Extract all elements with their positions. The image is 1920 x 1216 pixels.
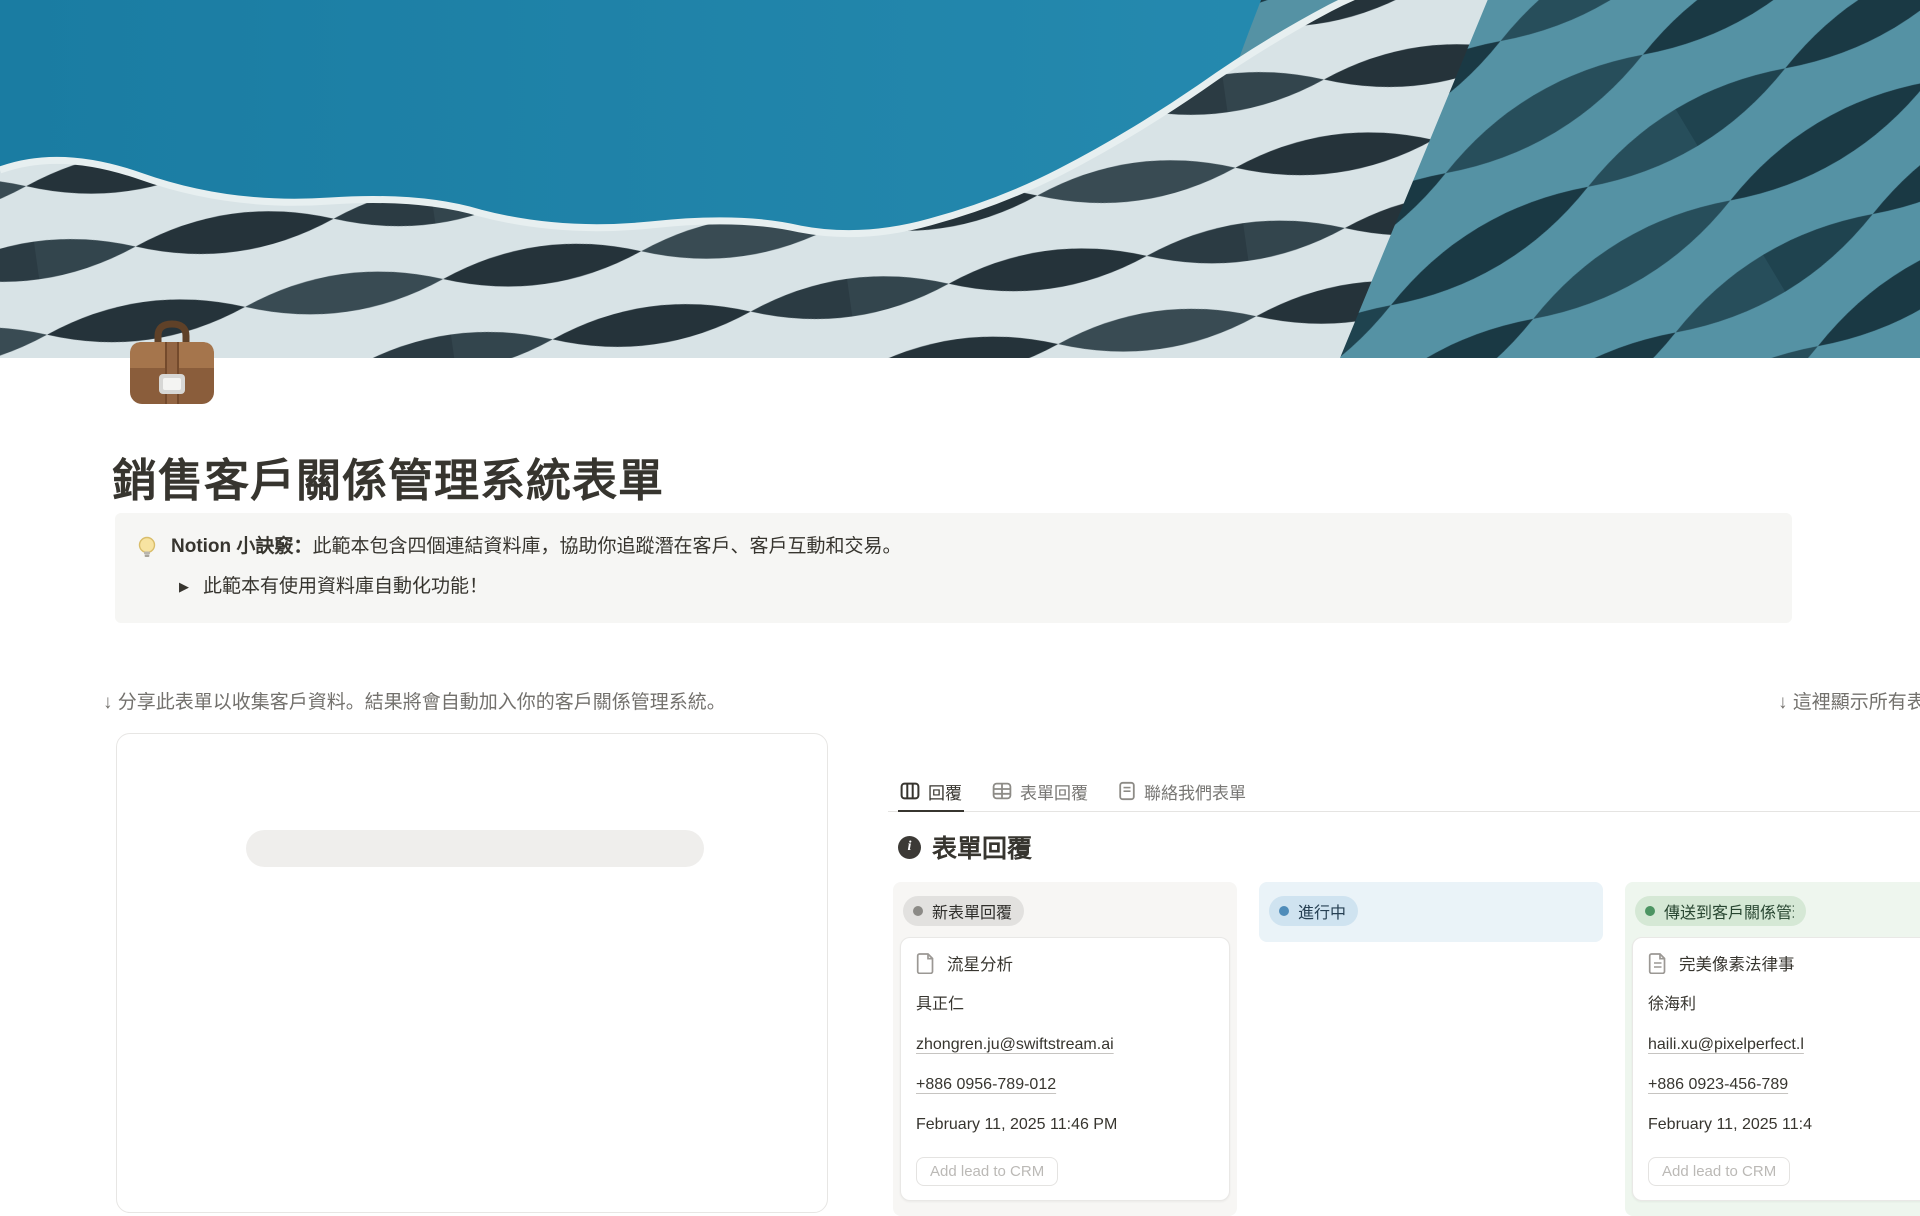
add-lead-to-crm-button[interactable]: Add lead to CRM: [1648, 1157, 1790, 1186]
form-loading-skeleton: [246, 830, 704, 867]
kanban-card[interactable]: 流星分析 具正仁 zhongren.ju@swiftstream.ai +886…: [900, 937, 1230, 1201]
callout-text: Notion 小訣竅：此範本包含四個連結資料庫，協助你追蹤潛在客戶、客戶互動和交…: [171, 534, 901, 560]
view-tabs: 回覆 表單回覆 聯絡我們表單: [888, 772, 1920, 812]
card-title: 流星分析: [947, 951, 1013, 975]
status-label: 傳送到客戶關係管理: [1664, 899, 1794, 923]
section-title: 表單回覆: [932, 829, 1032, 865]
embedded-form-panel[interactable]: [116, 733, 828, 1213]
status-label: 新表單回覆: [932, 899, 1012, 923]
callout-bold: Notion 小訣竅：: [171, 536, 312, 557]
kanban-column-new: 新表單回覆 流星分析 具正仁 zhongren.ju@swiftstream.a…: [893, 882, 1237, 1216]
toggle-triangle-icon[interactable]: ▶: [177, 574, 191, 600]
board-view-icon: [900, 781, 920, 801]
tab-responses-board[interactable]: 回覆: [898, 772, 964, 812]
tab-label: 表單回覆: [1020, 779, 1088, 804]
document-icon: [916, 952, 936, 974]
kanban-column-in-progress: 進行中: [1259, 882, 1603, 942]
card-title: 完美像素法律事: [1679, 951, 1795, 975]
info-icon: i: [898, 836, 921, 859]
status-dot-icon: [1645, 906, 1655, 916]
tab-label: 回覆: [928, 779, 962, 804]
card-date: February 11, 2025 11:4: [1648, 1115, 1920, 1135]
form-share-hint: ↓ 分享此表單以收集客戶資料。結果將會自動加入你的客戶關係管理系統。: [103, 684, 843, 722]
tab-label: 聯絡我們表單: [1144, 779, 1246, 804]
card-email-link[interactable]: haili.xu@pixelperfect.l: [1648, 1035, 1920, 1055]
kanban-card[interactable]: 完美像素法律事 徐海利 haili.xu@pixelperfect.l +886…: [1632, 937, 1920, 1201]
lightbulb-icon: [135, 535, 159, 559]
status-badge-in-progress[interactable]: 進行中: [1269, 896, 1358, 926]
card-contact-name: 徐海利: [1648, 995, 1920, 1015]
card-phone-link[interactable]: +886 0956-789-012: [916, 1075, 1214, 1095]
card-contact-name: 具正仁: [916, 995, 1214, 1015]
section-heading: i 表單回覆: [898, 829, 1032, 865]
form-page-icon: [1118, 781, 1136, 801]
card-date: February 11, 2025 11:46 PM: [916, 1115, 1214, 1135]
kanban-column-sent-to-crm: 傳送到客戶關係管理 完美像素法律事 徐海利 haili.xu@pixelperf…: [1625, 882, 1920, 1216]
card-email-link[interactable]: zhongren.ju@swiftstream.ai: [916, 1035, 1214, 1055]
status-badge-sent-to-crm[interactable]: 傳送到客戶關係管理: [1635, 896, 1806, 926]
document-icon: [1648, 952, 1668, 974]
status-badge-new[interactable]: 新表單回覆: [903, 896, 1024, 926]
add-lead-to-crm-button[interactable]: Add lead to CRM: [916, 1157, 1058, 1186]
submissions-pane: ↓ 這裡顯示所有表單提交。你可以將合格的潛在客戶傳送至客戶關係管理系統，或將其移…: [888, 0, 1920, 1199]
page-icon-briefcase[interactable]: [118, 312, 226, 416]
kanban-board: 新表單回覆 流星分析 具正仁 zhongren.ju@swiftstream.a…: [893, 882, 1920, 1216]
status-dot-icon: [1279, 906, 1289, 916]
card-phone-link[interactable]: +886 0923-456-789: [1648, 1075, 1920, 1095]
toggle-label: 此範本有使用資料庫自動化功能！: [203, 574, 488, 600]
table-view-icon: [992, 781, 1012, 801]
tab-contact-us-form[interactable]: 聯絡我們表單: [1116, 772, 1248, 812]
status-dot-icon: [913, 906, 923, 916]
callout-body: 此範本包含四個連結資料庫，協助你追蹤潛在客戶、客戶互動和交易。: [312, 536, 901, 557]
tab-form-responses-table[interactable]: 表單回覆: [990, 772, 1090, 812]
briefcase-icon: [118, 312, 226, 416]
status-label: 進行中: [1298, 899, 1346, 923]
submissions-hint: ↓ 這裡顯示所有表單提交。你可以將合格的潛在客戶傳送至客戶關係管理系統，或將其移…: [1778, 684, 1920, 722]
